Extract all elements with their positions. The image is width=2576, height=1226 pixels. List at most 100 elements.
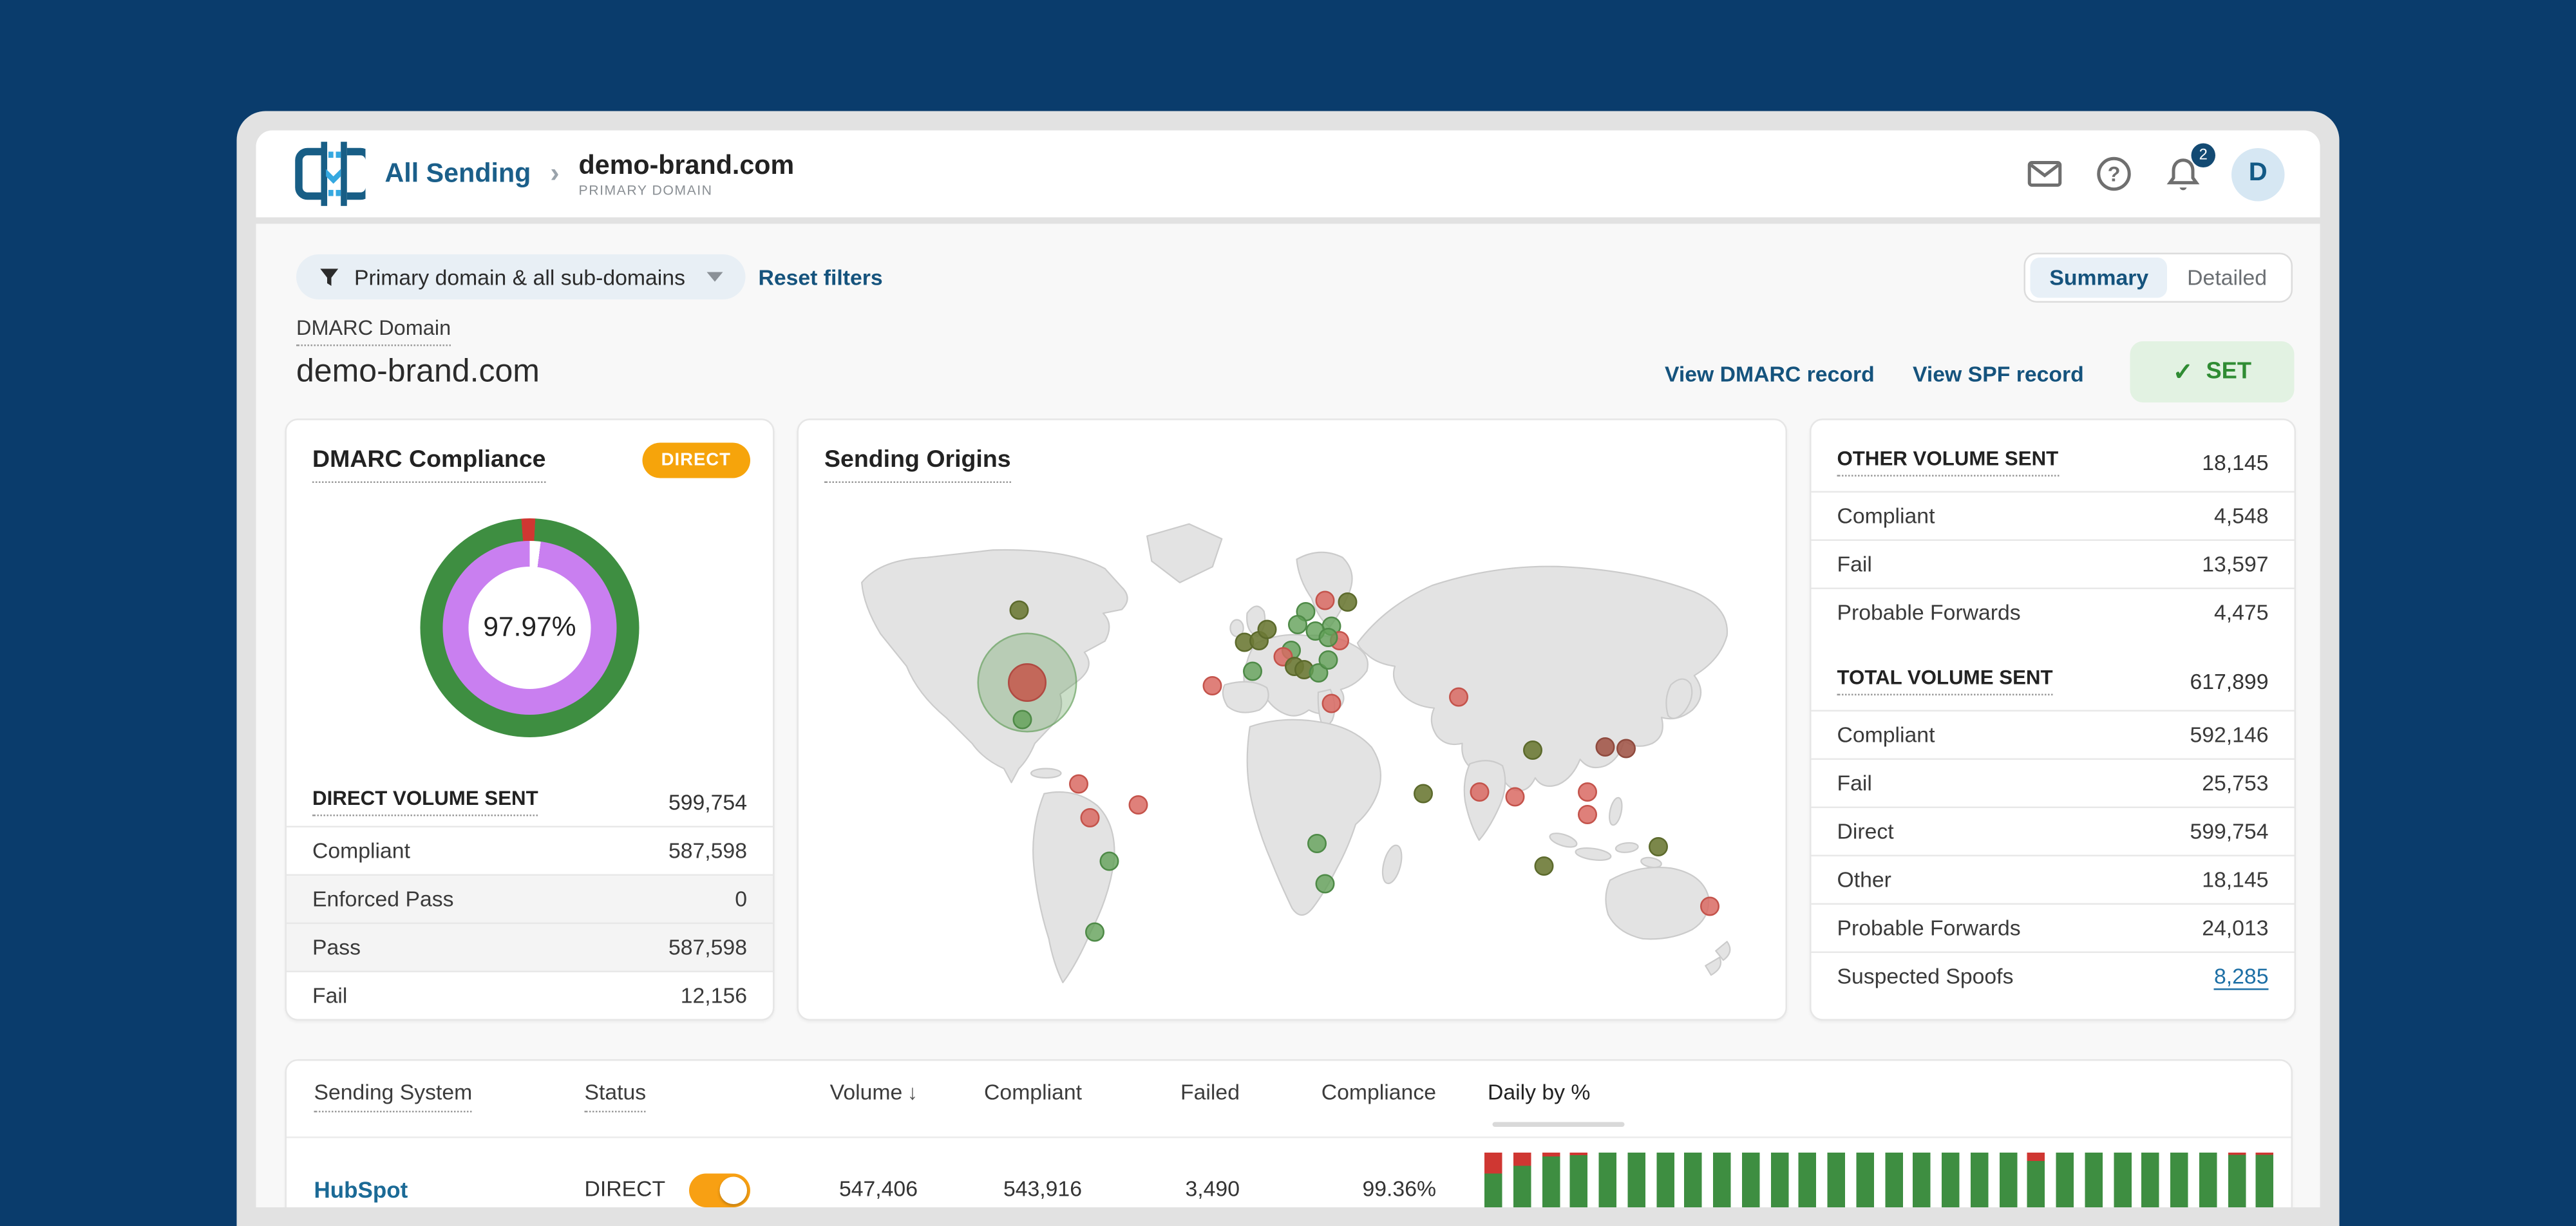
origin-dot-red[interactable] xyxy=(1578,782,1598,802)
origin-dot-red[interactable] xyxy=(1080,807,1100,827)
daily-bar xyxy=(1942,1153,1960,1207)
origin-dot-red[interactable] xyxy=(1322,693,1342,713)
direct-badge: DIRECT xyxy=(641,442,750,478)
stats-header-label: OTHER VOLUME SENT xyxy=(1837,448,2059,476)
stats-row-value: 4,548 xyxy=(2214,504,2269,529)
notification-count-badge: 2 xyxy=(2191,143,2215,167)
page-title-domain: demo-brand.com xyxy=(296,354,540,390)
stats-row: Fail 25,753 xyxy=(1811,758,2295,807)
direct-volume-label: DIRECT VOLUME SENT xyxy=(312,787,538,816)
stats-section-header: TOTAL VOLUME SENT 617,899 xyxy=(1812,652,2295,710)
origin-dot-red[interactable] xyxy=(1202,677,1222,697)
stats-row: Suspected Spoofs 8,285 xyxy=(1811,951,2295,1000)
set-status-label: SET xyxy=(2206,359,2251,385)
origin-dot-red[interactable] xyxy=(1129,796,1149,816)
stats-section: TOTAL VOLUME SENT 617,899 Compliant 592,… xyxy=(1811,652,2295,1000)
origin-dot-brown[interactable] xyxy=(1595,737,1615,757)
stats-row: Compliant 4,548 xyxy=(1811,491,2295,540)
origin-dot-olive[interactable] xyxy=(1535,856,1555,876)
origin-dot-green[interactable] xyxy=(1318,650,1338,670)
daily-bar xyxy=(1855,1153,1874,1207)
dmarc-domain-label: DMARC Domain xyxy=(296,316,451,346)
row-value: 587,598 xyxy=(668,838,747,863)
stats-row-label: Fail xyxy=(1837,552,1872,577)
daily-scrollbar[interactable] xyxy=(1492,1122,1625,1127)
breadcrumb-domain-block: demo-brand.com PRIMARY DOMAIN xyxy=(579,151,795,198)
tab-detailed[interactable]: Detailed xyxy=(2168,258,2286,298)
chevron-down-icon xyxy=(706,272,723,282)
suspected-spoofs-link[interactable]: 8,285 xyxy=(2214,963,2269,990)
col-compliance[interactable]: Compliance xyxy=(1307,1080,1436,1105)
world-map xyxy=(824,495,1760,997)
daily-bar xyxy=(1998,1153,2017,1207)
app-window: All Sending › demo-brand.com PRIMARY DOM… xyxy=(236,111,2340,1226)
stats-row-value: 25,753 xyxy=(2202,771,2269,796)
daily-bar xyxy=(2141,1153,2160,1207)
sending-system-hubspot-link[interactable]: HubSpot xyxy=(314,1177,408,1203)
origin-dot-red[interactable] xyxy=(1450,688,1470,708)
origin-dot-green[interactable] xyxy=(1012,709,1032,729)
stats-row-value: 599,754 xyxy=(2190,819,2269,844)
stats-header-value: 18,145 xyxy=(2202,449,2269,475)
help-icon[interactable]: ? xyxy=(2093,153,2135,195)
stats-section: OTHER VOLUME SENT 18,145 Compliant 4,548… xyxy=(1811,433,2295,636)
row-label: Pass xyxy=(312,935,361,960)
origin-dot-green[interactable] xyxy=(1287,616,1307,636)
origin-dot-green[interactable] xyxy=(1318,627,1338,647)
origin-dot-olive[interactable] xyxy=(1413,783,1433,803)
daily-bar xyxy=(1656,1153,1674,1207)
sending-origins-card: Sending Origins xyxy=(797,419,1787,1021)
origin-dot-olive[interactable] xyxy=(1010,599,1030,619)
origin-dot-green[interactable] xyxy=(1315,874,1335,894)
col-compliant[interactable]: Compliant xyxy=(953,1080,1082,1105)
origin-dot-green[interactable] xyxy=(1306,834,1326,854)
daily-bar xyxy=(1799,1153,1817,1207)
row-compliance: 99.36% xyxy=(1362,1176,1436,1202)
origin-dot-green[interactable] xyxy=(1242,661,1262,681)
col-daily-by-pct: Daily by % xyxy=(1488,1080,1591,1105)
status-toggle[interactable] xyxy=(689,1173,750,1207)
reset-filters-link[interactable]: Reset filters xyxy=(759,266,883,290)
origin-dot-red[interactable] xyxy=(1069,774,1089,794)
daily-bar xyxy=(2027,1153,2045,1207)
origin-dot-red[interactable] xyxy=(1506,786,1526,806)
origin-dot-red[interactable] xyxy=(1700,897,1719,917)
daily-bar xyxy=(1970,1153,1988,1207)
breadcrumb-domain: demo-brand.com xyxy=(578,150,795,180)
col-sending-system[interactable]: Sending System xyxy=(314,1080,473,1113)
origin-dot-olive[interactable] xyxy=(1648,837,1668,857)
tab-summary[interactable]: Summary xyxy=(2030,258,2168,298)
compliance-percent: 97.97% xyxy=(468,567,591,689)
origin-dot-olive[interactable] xyxy=(1522,740,1542,760)
compliance-rows: Compliant 587,598 Enforced Pass 0 Pass 587,59… xyxy=(287,825,773,1019)
col-volume[interactable]: Volume ↓ xyxy=(795,1080,918,1105)
domain-filter-dropdown[interactable]: Primary domain & all sub-domains xyxy=(296,254,745,299)
origin-dot-red[interactable] xyxy=(1469,782,1489,802)
compliance-row: Compliant 587,598 xyxy=(287,825,773,874)
row-volume: 547,406 xyxy=(838,1176,918,1202)
stats-row-value: 592,146 xyxy=(2190,722,2269,748)
origin-dot-green[interactable] xyxy=(1099,851,1119,871)
col-failed[interactable]: Failed xyxy=(1127,1080,1240,1105)
row-label: Enforced Pass xyxy=(312,887,454,912)
origin-dot-red[interactable] xyxy=(1315,590,1335,610)
origin-dot-red-lg[interactable] xyxy=(1008,663,1047,702)
origin-dot-olive[interactable] xyxy=(1258,620,1278,640)
stats-row-label: Suspected Spoofs xyxy=(1837,964,2014,989)
sending-systems-table: Sending System Status Volume ↓ Compliant … xyxy=(285,1059,2293,1207)
notifications-bell-icon[interactable]: 2 xyxy=(2163,143,2215,195)
set-status-button[interactable]: ✓ SET xyxy=(2130,341,2295,402)
stats-row-value: 18,145 xyxy=(2202,867,2269,892)
daily-bar xyxy=(2227,1153,2246,1207)
col-status[interactable]: Status xyxy=(584,1080,647,1113)
origin-dot-olive[interactable] xyxy=(1337,592,1357,612)
daily-bar xyxy=(2113,1153,2131,1207)
breadcrumb-all-sending[interactable]: All Sending xyxy=(385,158,531,189)
origin-dot-brown[interactable] xyxy=(1617,739,1637,759)
mail-icon[interactable] xyxy=(2024,153,2066,195)
view-spf-record-link[interactable]: View SPF record xyxy=(1913,363,2084,387)
origin-dot-red[interactable] xyxy=(1578,804,1598,824)
origin-dot-green[interactable] xyxy=(1086,921,1106,941)
avatar[interactable]: D xyxy=(2231,147,2285,201)
view-dmarc-record-link[interactable]: View DMARC record xyxy=(1665,363,1875,387)
